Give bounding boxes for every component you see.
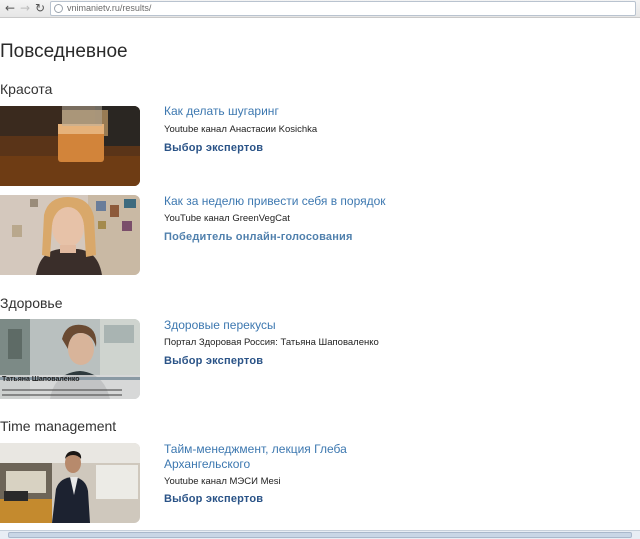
video-thumbnail-snacks[interactable]: Татьяна Шаповаленко <box>0 319 140 399</box>
video-source: Youtube канал МЭСИ Mesi <box>164 476 281 487</box>
section-title-time-management: Time management <box>0 418 117 434</box>
video-title-link[interactable]: Здоровые перекусы <box>164 318 404 333</box>
video-badge: Выбор экспертов <box>164 493 264 505</box>
back-arrow-icon[interactable]: ← <box>3 1 17 15</box>
forward-arrow-icon[interactable]: → <box>18 1 32 15</box>
section-title-beauty: Красота <box>0 81 53 97</box>
video-thumbnail-sugaring[interactable] <box>0 106 140 186</box>
video-badge: Победитель онлайн-голосования <box>164 231 353 243</box>
video-source: Портал Здоровая Россия: Татьяна Шаповале… <box>164 337 379 348</box>
video-source: YouTube канал GreenVegCat <box>164 213 290 224</box>
video-badge: Выбор экспертов <box>164 355 264 367</box>
reload-icon[interactable]: ↻ <box>33 1 47 15</box>
video-title-link[interactable]: Как за неделю привести себя в порядок <box>164 194 404 209</box>
thumbnail-caption-name: Татьяна Шаповаленко <box>2 376 80 383</box>
video-title-link[interactable]: Как делать шугаринг <box>164 104 404 119</box>
section-title-health: Здоровье <box>0 295 63 311</box>
video-badge: Выбор экспертов <box>164 142 264 154</box>
browser-toolbar: ← → ↻ vnimanietv.ru/results/ <box>0 0 640 18</box>
video-thumbnail-lecture[interactable] <box>0 443 140 523</box>
horizontal-scrollbar[interactable] <box>0 530 640 539</box>
page-title: Повседневное <box>0 41 128 62</box>
video-thumbnail-routine[interactable] <box>0 195 140 275</box>
video-title-link[interactable]: Тайм-менеджмент, лекция Глеба Архангельс… <box>164 442 404 472</box>
scrollbar-thumb[interactable] <box>8 532 632 538</box>
video-source: Youtube канал Анастасии Kosichka <box>164 124 318 135</box>
address-bar-url[interactable]: vnimanietv.ru/results/ <box>67 2 151 15</box>
address-bar[interactable]: vnimanietv.ru/results/ <box>50 1 636 16</box>
page-globe-icon <box>54 4 63 13</box>
